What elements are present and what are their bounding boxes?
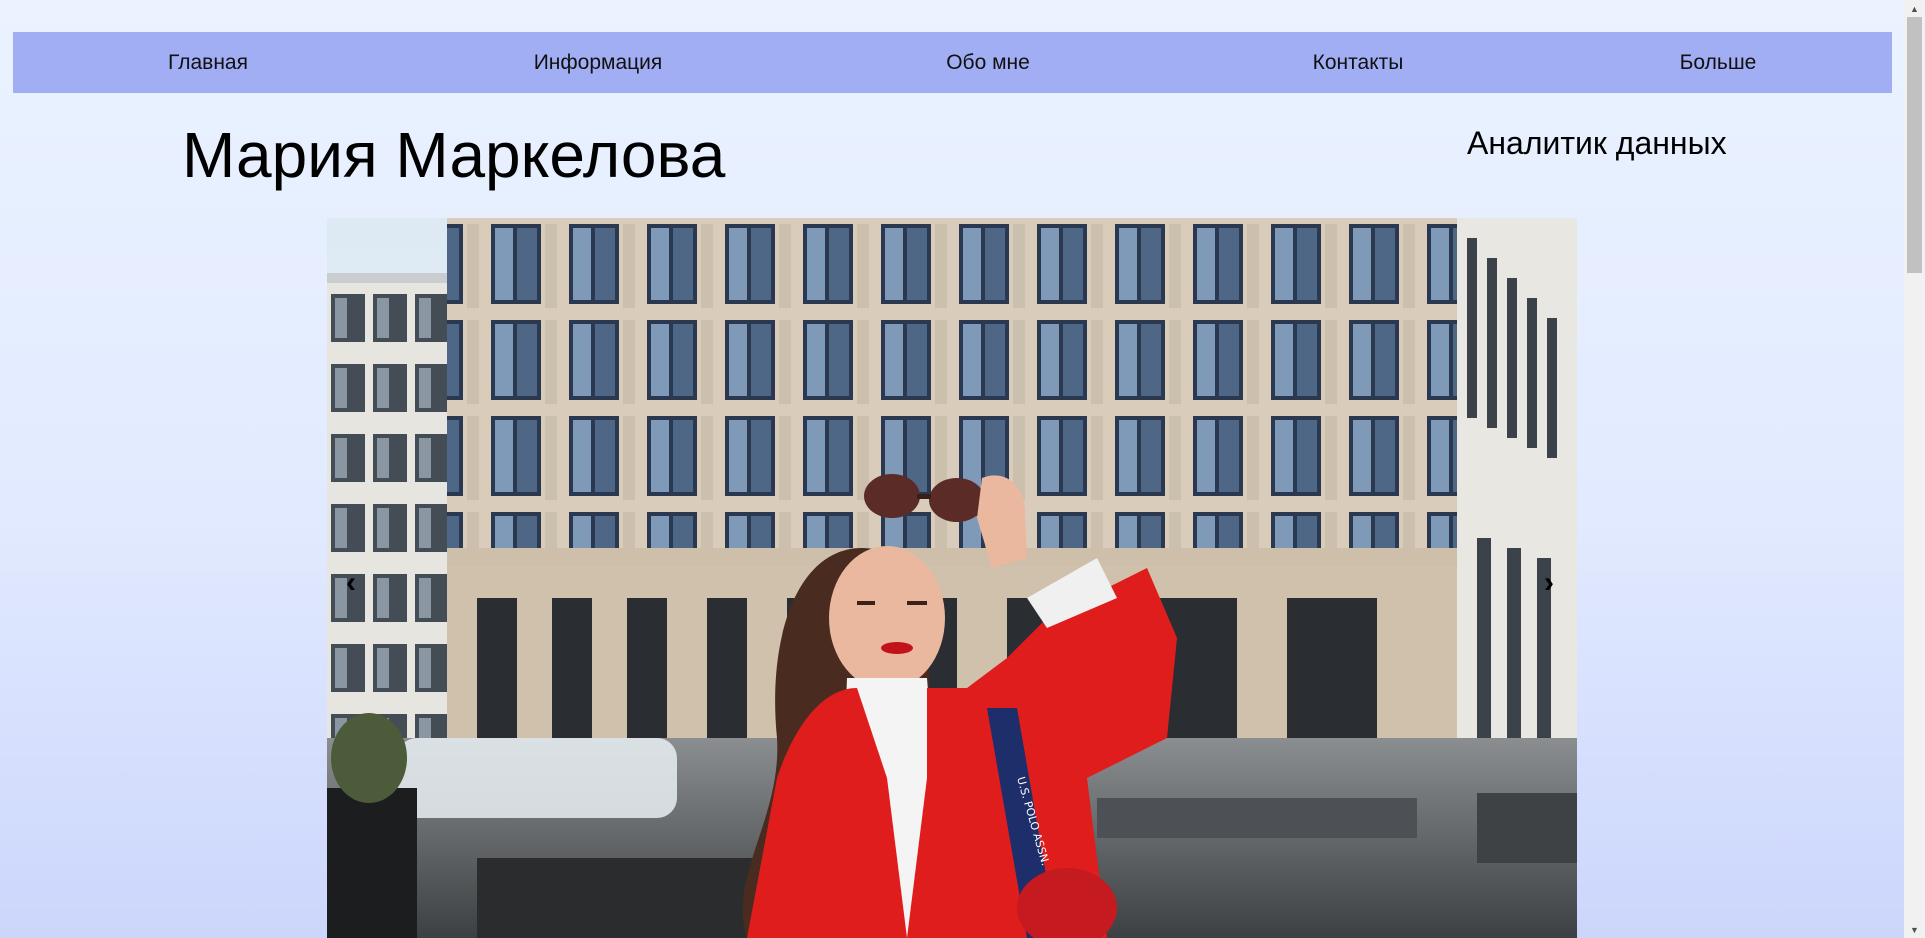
page-title: Мария Маркелова	[182, 119, 726, 191]
carousel-prev-icon[interactable]: ‹	[346, 568, 356, 598]
top-navigation: Главная Информация Обо мне Контакты Боль…	[13, 32, 1892, 93]
photo-carousel[interactable]: U.S. POLO ASSN. U.S. POLO ASSN.	[327, 218, 1577, 938]
scroll-down-icon[interactable]: ▼	[1904, 921, 1925, 938]
page: Главная Информация Обо мне Контакты Боль…	[0, 0, 1904, 938]
profile-photo: U.S. POLO ASSN. U.S. POLO ASSN.	[327, 218, 1577, 938]
scroll-up-icon[interactable]: ▲	[1904, 0, 1925, 17]
nav-item-information[interactable]: Информация	[483, 32, 713, 93]
carousel-next-icon[interactable]: ›	[1544, 568, 1554, 598]
vertical-scrollbar[interactable]: ▲ ▼	[1904, 0, 1925, 938]
nav-item-home[interactable]: Главная	[103, 32, 313, 93]
nav-item-contacts[interactable]: Контакты	[1253, 32, 1463, 93]
nav-item-about[interactable]: Обо мне	[883, 32, 1093, 93]
nav-item-more[interactable]: Больше	[1613, 32, 1823, 93]
job-title: Аналитик данных	[1467, 125, 1727, 161]
scrollbar-thumb[interactable]	[1907, 17, 1922, 273]
